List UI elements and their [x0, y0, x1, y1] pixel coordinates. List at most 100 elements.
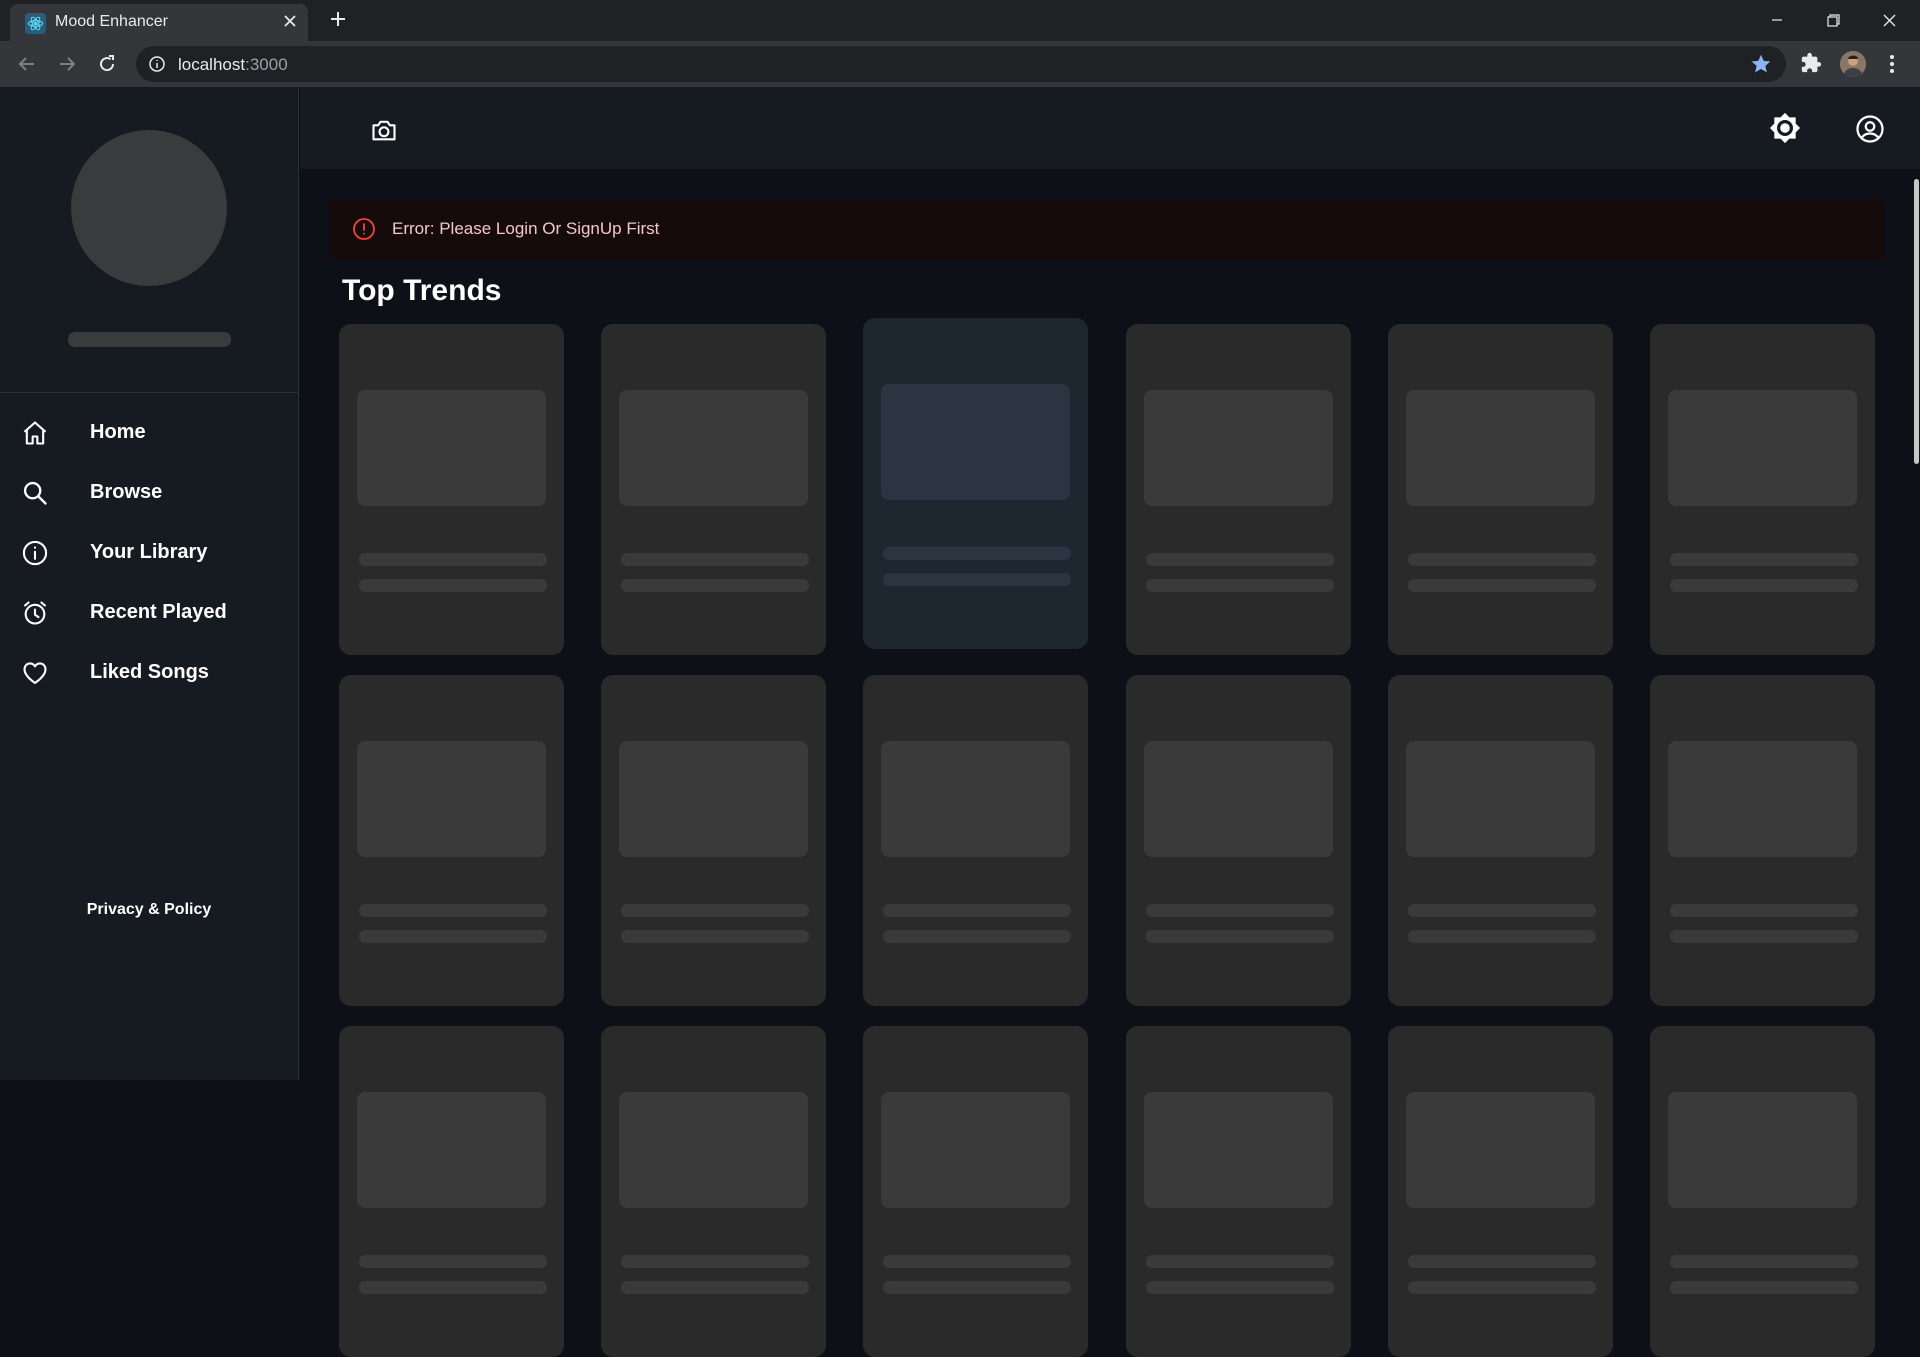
account-circle-icon[interactable] [1855, 114, 1885, 144]
trend-card-skeleton[interactable] [1650, 1026, 1875, 1357]
section-title: Top Trends [342, 274, 502, 307]
trend-card-skeleton[interactable] [1650, 675, 1875, 1006]
tab-title: Mood Enhancer [55, 13, 168, 30]
trend-card-skeleton[interactable] [863, 318, 1088, 649]
address-bar[interactable]: localhost:3000 [136, 46, 1786, 82]
error-alert: Error: Please Login Or SignUp First [330, 199, 1885, 259]
card-image-skeleton [1144, 1092, 1333, 1208]
react-favicon-icon [25, 13, 46, 34]
card-text-skeleton [1146, 1281, 1334, 1294]
sidebar-item-label: Recent Played [90, 601, 227, 623]
card-text-skeleton [883, 930, 1071, 943]
sidebar-item-browse[interactable]: Browse [0, 467, 298, 517]
sidebar-item-label: Browse [90, 481, 163, 503]
trend-card-skeleton[interactable] [863, 1026, 1088, 1357]
card-image-skeleton [1668, 1092, 1857, 1208]
card-image-skeleton [619, 390, 808, 506]
trend-card-skeleton[interactable] [1388, 675, 1613, 1006]
info-icon [21, 539, 49, 567]
search-icon [21, 479, 49, 507]
browser-profile-avatar[interactable] [1840, 51, 1866, 77]
card-text-skeleton [1408, 579, 1596, 592]
trend-card-skeleton[interactable] [601, 324, 826, 655]
trend-card-skeleton[interactable] [601, 1026, 826, 1357]
trend-card-skeleton[interactable] [1650, 324, 1875, 655]
sidebar-item-your-library[interactable]: Your Library [0, 527, 298, 577]
heart-icon [21, 659, 49, 687]
card-text-skeleton [1408, 1281, 1596, 1294]
url-host: localhost [178, 55, 246, 74]
card-image-skeleton [619, 741, 808, 857]
sidebar: Home Browse Your Library Recent Played L… [0, 87, 299, 1080]
camera-icon[interactable] [370, 116, 398, 144]
card-image-skeleton [1406, 741, 1595, 857]
url-text: localhost:3000 [178, 55, 288, 75]
reload-icon[interactable] [93, 50, 121, 78]
site-info-icon[interactable] [148, 55, 166, 73]
trend-card-skeleton[interactable] [601, 675, 826, 1006]
card-text-skeleton [883, 1255, 1071, 1268]
card-image-skeleton [1406, 390, 1595, 506]
privacy-policy-link[interactable]: Privacy & Policy [0, 901, 298, 919]
card-image-skeleton [357, 390, 546, 506]
trend-card-skeleton[interactable] [1126, 1026, 1351, 1357]
card-text-skeleton [1408, 553, 1596, 566]
card-text-skeleton [359, 553, 547, 566]
trend-card-skeleton[interactable] [863, 675, 1088, 1006]
forward-arrow-icon[interactable] [53, 50, 81, 78]
card-image-skeleton [1144, 741, 1333, 857]
trend-card-skeleton[interactable] [1126, 675, 1351, 1006]
extensions-puzzle-icon[interactable] [1800, 52, 1824, 76]
card-text-skeleton [1146, 904, 1334, 917]
card-text-skeleton [1146, 930, 1334, 943]
card-text-skeleton [1408, 930, 1596, 943]
sidebar-item-home[interactable]: Home [0, 407, 298, 457]
card-text-skeleton [1670, 553, 1858, 566]
card-image-skeleton [1144, 390, 1333, 506]
tab-close-icon[interactable] [280, 12, 300, 32]
trend-card-skeleton[interactable] [339, 1026, 564, 1357]
back-arrow-icon[interactable] [13, 50, 41, 78]
error-message: Error: Please Login Or SignUp First [392, 219, 660, 238]
error-outline-icon [352, 217, 376, 241]
card-image-skeleton [357, 1092, 546, 1208]
card-image-skeleton [619, 1092, 808, 1208]
close-window-icon[interactable] [1866, 4, 1912, 36]
card-text-skeleton [359, 930, 547, 943]
card-text-skeleton [359, 1255, 547, 1268]
browser-menu-icon[interactable] [1882, 52, 1902, 76]
card-text-skeleton [1146, 553, 1334, 566]
trend-card-skeleton[interactable] [339, 324, 564, 655]
browser-tab[interactable]: Mood Enhancer [10, 4, 308, 41]
profile-name-skeleton [68, 332, 231, 347]
bookmark-star-icon[interactable] [1750, 53, 1772, 75]
card-text-skeleton [621, 904, 809, 917]
trend-card-skeleton[interactable] [1388, 324, 1613, 655]
restore-window-icon[interactable] [1810, 4, 1856, 36]
profile-avatar-skeleton [71, 130, 227, 286]
scrollbar-thumb[interactable] [1914, 179, 1919, 464]
top-app-bar [300, 87, 1920, 169]
card-text-skeleton [1408, 904, 1596, 917]
card-image-skeleton [357, 741, 546, 857]
app-root: Home Browse Your Library Recent Played L… [0, 87, 1920, 1357]
new-tab-button[interactable] [326, 8, 350, 32]
card-text-skeleton [883, 1281, 1071, 1294]
trend-card-skeleton[interactable] [1126, 324, 1351, 655]
card-text-skeleton [883, 547, 1071, 560]
browser-toolbar: localhost:3000 [0, 41, 1920, 87]
card-text-skeleton [1670, 579, 1858, 592]
trend-card-skeleton[interactable] [1388, 1026, 1613, 1357]
card-text-skeleton [1670, 930, 1858, 943]
trend-card-skeleton[interactable] [339, 675, 564, 1006]
brightness-icon[interactable] [1769, 112, 1801, 144]
main-content: Error: Please Login Or SignUp First Top … [300, 87, 1920, 1357]
sidebar-item-recent-played[interactable]: Recent Played [0, 587, 298, 637]
card-text-skeleton [359, 579, 547, 592]
minimize-window-icon[interactable] [1754, 4, 1800, 36]
card-text-skeleton [883, 904, 1071, 917]
sidebar-item-liked-songs[interactable]: Liked Songs [0, 647, 298, 697]
card-text-skeleton [621, 1281, 809, 1294]
card-text-skeleton [1146, 579, 1334, 592]
url-port: :3000 [245, 55, 288, 74]
